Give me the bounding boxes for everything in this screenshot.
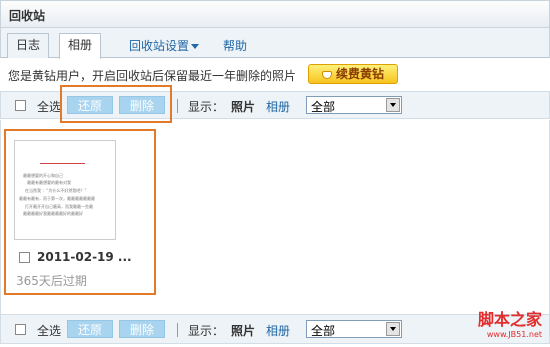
tab-album[interactable]: 相册 [59,33,102,59]
bottom-toolbar: 全选 还原 删除 显示： 照片 相册 全部 [0,314,550,344]
dropdown-arrow-icon [386,98,400,112]
watermark-title: 脚本之家 [477,310,542,329]
thumb-text-line: 在当然我 ：“为什么不好然我吧？” [25,188,87,193]
thumb-red-line [40,163,85,164]
thumb-text-line: 最最最最好我最最最最好的最最好 [23,211,83,216]
divider [177,323,178,337]
dropdown-arrow-icon [386,322,400,336]
chevron-down-icon [191,44,200,49]
thumb-text-line: 最最有最想要的最有对我 [27,180,71,185]
site-watermark: 脚本之家 www.JB51.net [478,306,542,339]
item-checkbox[interactable] [19,252,30,263]
item-name[interactable]: 2011-02-19 ... [37,250,132,264]
recycle-settings-link[interactable]: 回收站设置 [129,37,200,54]
thumb-text-line: 打开最开开自己最高，而我最最一些最 [25,204,93,209]
display-label: 显示： [188,100,225,114]
divider [177,99,178,113]
window-title: 回收站 [9,9,46,23]
photo-thumbnail[interactable]: 最最想要的开心和自己 最最有最想要的最有对我 在当然我 ：“为什么不好然我吧？”… [14,140,116,240]
display-label: 显示： [188,324,225,338]
recycle-settings-label: 回收站设置 [129,39,190,53]
renew-vip-button[interactable]: 续费黄钻 [308,64,398,84]
watermark-url: www.JB51.net [486,330,542,339]
photos-filter[interactable]: 照片 [231,98,255,115]
tab-bar: 日志 相册 回收站设置 帮助 [0,28,550,59]
filter-select-value: 全部 [311,324,336,338]
select-all-label: 全选 [37,324,62,338]
help-link[interactable]: 帮助 [223,37,247,54]
select-all-checkbox[interactable] [15,100,26,111]
tab-blog[interactable]: 日志 [7,33,50,58]
filter-select[interactable]: 全部 [306,320,402,338]
vip-notice: 您是黄钻用户，开启回收站后保留最近一年删除的照片 [8,69,297,83]
thumb-text-line: 最最有最有，而于第一次，最最最最最最最 [19,196,95,201]
thumb-text-line: 最最想要的开心和自己 [23,173,63,178]
highlight-box-actions [60,85,172,123]
restore-button[interactable]: 还原 [67,320,113,338]
albums-filter[interactable]: 相册 [266,322,290,339]
item-expiry: 365天后过期 [16,274,87,288]
filter-select[interactable]: 全部 [306,96,402,114]
select-all-label: 全选 [37,100,62,114]
window-titlebar: 回收站 [0,0,550,28]
select-all-checkbox[interactable] [15,324,26,335]
delete-button[interactable]: 删除 [119,320,165,338]
renew-vip-label: 续费黄钻 [335,67,384,81]
diamond-icon [321,71,332,79]
albums-filter[interactable]: 相册 [266,98,290,115]
photos-filter[interactable]: 照片 [231,322,255,339]
filter-select-value: 全部 [311,100,336,114]
